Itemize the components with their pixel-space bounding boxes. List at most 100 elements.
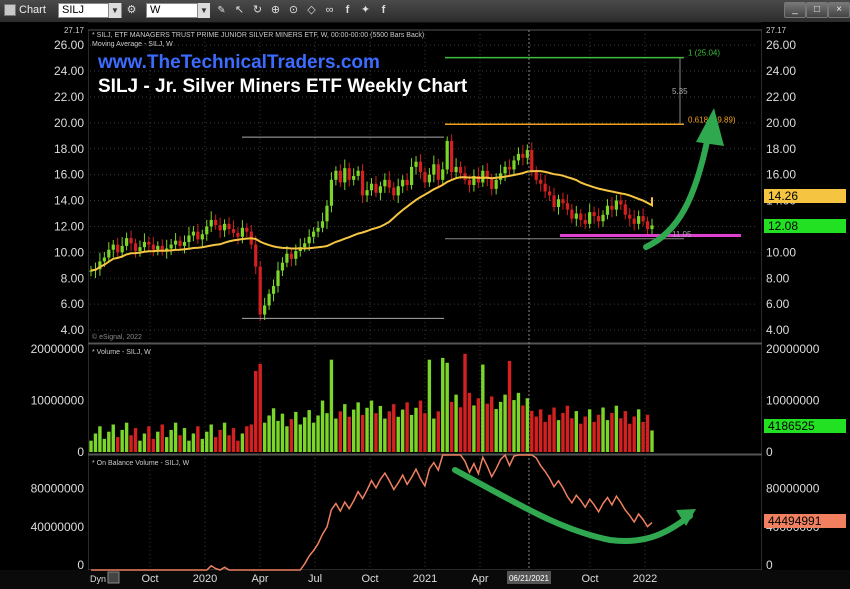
volume-bar [400, 409, 405, 452]
candle [543, 183, 547, 192]
settings-icon[interactable]: ⚙ [124, 3, 139, 18]
maximize-button[interactable]: □ [806, 2, 828, 18]
candle [614, 200, 618, 210]
dyn-button[interactable]: Dyn [90, 574, 106, 584]
volume-bar [351, 409, 356, 452]
candle [329, 179, 334, 206]
candle [645, 221, 650, 230]
volume-bar [587, 409, 592, 452]
time-tick: Apr [251, 573, 268, 585]
volume-bar [329, 359, 334, 452]
volume-bar [418, 400, 423, 452]
volume-bar [231, 428, 236, 452]
candle [392, 187, 396, 196]
candle [570, 209, 574, 219]
facebook-icon[interactable]: f [340, 3, 355, 18]
candle [231, 229, 236, 233]
volume-bar [645, 414, 650, 452]
pencil-icon[interactable]: ✎ [214, 3, 229, 18]
f-icon[interactable]: f [376, 3, 391, 18]
volume-bar [632, 416, 636, 452]
candle [450, 140, 454, 173]
volume-bar [245, 426, 249, 452]
volume-bar [512, 400, 516, 452]
volume-bar [276, 420, 280, 452]
obv-panel [87, 454, 763, 571]
candle [240, 227, 244, 237]
volume-bar [614, 405, 619, 452]
candle [142, 241, 147, 248]
candle [307, 236, 311, 244]
volume-bar [641, 421, 645, 452]
candle [316, 227, 320, 232]
left-price-tick: 18.00 [54, 142, 84, 156]
candle [173, 240, 178, 245]
volume-bar [133, 428, 138, 452]
crosshair-icon[interactable]: ⊕ [268, 3, 283, 18]
candle [458, 166, 463, 174]
candle [245, 227, 249, 232]
candle [312, 231, 316, 237]
volume-bar [93, 433, 98, 452]
candle [516, 153, 521, 161]
volume-bar [436, 411, 440, 452]
volume-bar [538, 409, 543, 452]
volume-bar [498, 401, 503, 452]
left-price-tick: 22.00 [54, 90, 84, 104]
volume-bar [320, 400, 325, 452]
symbol-dropdown-icon[interactable]: ▼ [108, 3, 121, 18]
candle [423, 172, 427, 183]
volume-bar [111, 424, 115, 452]
volume-bar [280, 413, 285, 452]
link-icon[interactable]: ∞ [322, 3, 337, 18]
volume-bar [369, 400, 374, 452]
volume-bar [374, 413, 378, 452]
candle [539, 179, 543, 184]
left-price-tick: 10.00 [54, 245, 84, 259]
candle [102, 257, 106, 262]
left-price-tick: 14.00 [54, 194, 84, 208]
volume-bar [343, 404, 347, 452]
volume-bar [129, 435, 133, 452]
ma-value-tag: 14.26 [764, 189, 846, 203]
twitter-icon[interactable]: ✦ [358, 3, 373, 18]
minimize-button[interactable]: _ [784, 2, 806, 18]
candle [151, 244, 155, 250]
candle [610, 205, 614, 210]
eraser-icon[interactable]: ◇ [304, 3, 319, 18]
volume-bar [530, 410, 534, 452]
right-volume-tick: 0 [766, 445, 773, 459]
volume-bar [490, 396, 494, 452]
chart-area[interactable]: 4.00 6.00 8.00 10.00 12.00 14.00 16.00 18.00 20.… [0, 22, 850, 589]
volume-bar [316, 415, 320, 452]
left-top-value: 27.17 [64, 26, 85, 35]
volume-bar [574, 411, 579, 452]
volume-bar [605, 420, 610, 452]
volume-bar [169, 429, 173, 452]
volume-bar [294, 411, 298, 452]
close-button[interactable]: × [828, 2, 850, 18]
volume-bar [107, 431, 111, 452]
volume-bar [516, 392, 521, 452]
volume-bar [521, 405, 525, 452]
volume-bar [432, 418, 436, 452]
candle [303, 243, 307, 248]
right-price-tick: 16.00 [766, 168, 796, 182]
chart-window: { "toolbar": { "app_label": "Chart", "sy… [0, 0, 850, 589]
volume-bar [481, 364, 485, 452]
candle [628, 214, 632, 219]
zoom-toggle[interactable] [107, 571, 120, 584]
zoom-icon[interactable]: ⊙ [286, 3, 301, 18]
right-price-tick: 18.00 [766, 142, 796, 156]
candle [227, 223, 231, 230]
volume-bar [200, 438, 205, 452]
volume-value-tag: 4186525 [764, 419, 846, 433]
candle [267, 293, 271, 306]
cursor-icon[interactable]: ↖ [232, 3, 247, 18]
refresh-icon[interactable]: ↻ [250, 3, 265, 18]
interval-dropdown-icon[interactable]: ▼ [197, 3, 210, 18]
volume-bar [298, 424, 302, 452]
time-tick: Oct [141, 573, 158, 585]
volume-bar [396, 416, 400, 452]
volume-bar [285, 426, 289, 452]
